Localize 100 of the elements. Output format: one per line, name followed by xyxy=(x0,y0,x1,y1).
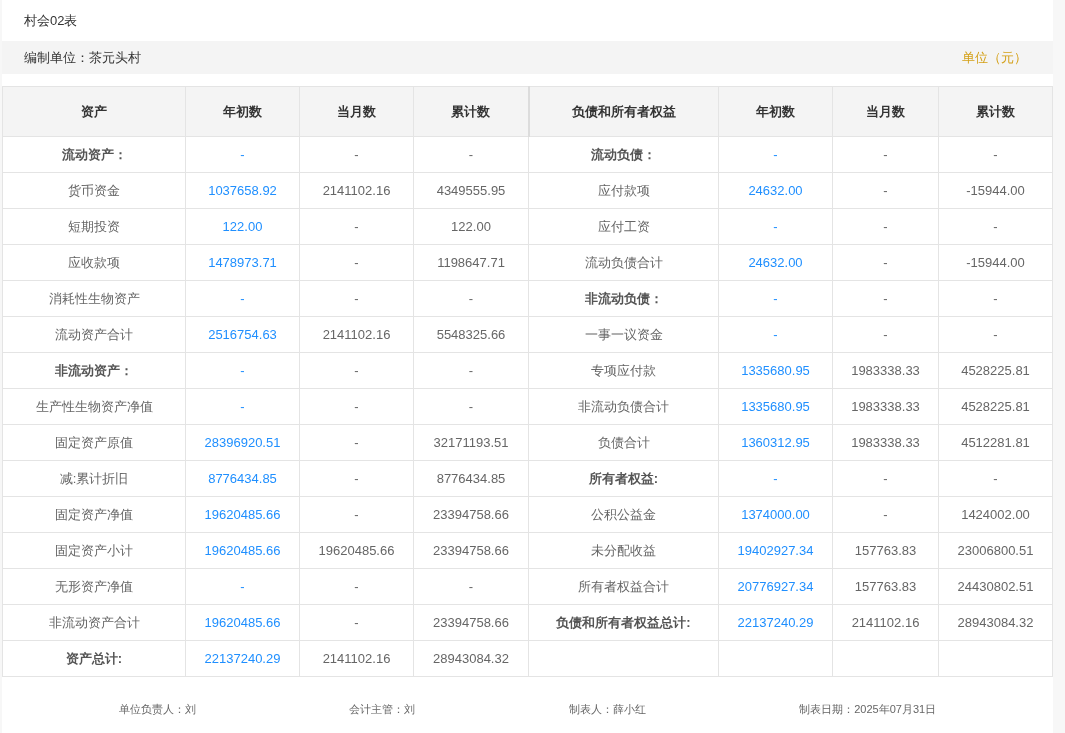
row-label: 固定资产原值 xyxy=(55,434,133,450)
amount: 2141102.16 xyxy=(322,326,391,342)
row-label: 负债和所有者权益总计: xyxy=(556,614,691,630)
amount: - xyxy=(883,290,888,306)
amount: 157763.83 xyxy=(854,578,917,594)
amount: 19620485.66 xyxy=(318,542,395,558)
row-label: 应收款项 xyxy=(68,254,120,270)
amount: - xyxy=(468,146,474,162)
amount: 1983338.33 xyxy=(851,362,920,378)
amount: 23394758.66 xyxy=(433,614,509,630)
amount: - xyxy=(354,362,359,378)
row-label: 流动资产合计 xyxy=(55,326,133,342)
footer-field: 制表日期：2025年07月31日 xyxy=(799,701,937,718)
amount: - xyxy=(354,218,359,234)
amount: 28943084.32 xyxy=(433,650,509,666)
column-header: 当月数 xyxy=(866,103,905,119)
row-label: 应付款项 xyxy=(597,182,650,198)
amount: - xyxy=(468,362,474,378)
column-header: 资产 xyxy=(81,103,107,119)
amount: - xyxy=(883,182,888,198)
column-header: 年初数 xyxy=(756,103,795,119)
amount: - xyxy=(883,146,888,162)
column-header: 累计数 xyxy=(451,103,491,119)
amount: 23394758.66 xyxy=(433,506,509,522)
amount: 23006800.51 xyxy=(957,542,1034,558)
amount: - xyxy=(468,398,474,414)
amount-link[interactable]: - xyxy=(773,218,778,234)
amount-link[interactable]: - xyxy=(773,146,778,162)
amount-link[interactable]: - xyxy=(240,146,245,162)
amount: 5548325.66 xyxy=(436,326,506,342)
row-label: 非流动负债合计 xyxy=(578,398,669,414)
row-label: 短期投资 xyxy=(68,218,120,234)
row-label: 公积公益金 xyxy=(591,506,656,522)
amount-link[interactable]: - xyxy=(773,470,778,486)
row-label: 无形资产净值 xyxy=(55,578,133,594)
amount-link[interactable]: - xyxy=(773,290,778,306)
amount: - xyxy=(883,218,888,234)
amount: 1198647.71 xyxy=(437,254,505,270)
amount-link[interactable]: - xyxy=(240,398,245,414)
amount: 4528225.81 xyxy=(961,362,1030,378)
row-label: 所有者权益: xyxy=(588,470,659,486)
amount-link[interactable]: - xyxy=(240,290,245,306)
row-label: 负债合计 xyxy=(597,434,650,450)
amount: - xyxy=(354,614,359,630)
footer-field: 单位负责人：刘 xyxy=(118,701,196,718)
amount: 23394758.66 xyxy=(433,542,509,558)
amount: - xyxy=(883,254,888,270)
amount: 2141102.16 xyxy=(322,650,391,666)
amount: - xyxy=(354,470,359,486)
amount: 2141102.16 xyxy=(322,182,391,198)
footer-field: 会计主管：刘 xyxy=(349,701,416,718)
row-label: 一事一议资金 xyxy=(584,326,663,342)
column-header: 当月数 xyxy=(337,103,376,119)
amount: 1983338.33 xyxy=(851,434,920,450)
amount: - xyxy=(354,398,359,414)
amount: - xyxy=(993,290,998,306)
row-label: 货币资金 xyxy=(68,182,120,198)
amount: - xyxy=(883,470,888,486)
row-label: 固定资产小计 xyxy=(55,542,133,558)
amount: 4528225.81 xyxy=(961,398,1030,414)
row-label: 应付工资 xyxy=(597,218,650,234)
row-label: 生产性生物资产净值 xyxy=(35,398,153,414)
footer-field: 制表人：薛小红 xyxy=(568,701,646,718)
row-label: 流动负债： xyxy=(591,146,656,162)
unit-label: 单位（元） xyxy=(962,48,1027,67)
row-label: 固定资产净值 xyxy=(55,506,133,522)
amount: - xyxy=(883,506,888,522)
amount: - xyxy=(354,254,359,270)
amount: - xyxy=(468,290,474,306)
amount-link[interactable]: 122.00 xyxy=(222,218,263,234)
amount: 8776434.85 xyxy=(436,470,506,486)
amount: 4349555.95 xyxy=(436,182,506,198)
report-title: 村会02表 xyxy=(24,11,78,30)
amount: - xyxy=(883,326,888,342)
row-label: 非流动资产合计 xyxy=(48,614,140,630)
column-header: 累计数 xyxy=(976,103,1015,119)
amount: 122.00 xyxy=(451,218,491,234)
amount-link[interactable]: - xyxy=(240,578,245,594)
amount: - xyxy=(993,470,998,486)
amount: 24430802.51 xyxy=(957,578,1034,594)
amount: 2141102.16 xyxy=(851,614,920,630)
row-label: 非流动负债： xyxy=(584,290,663,306)
row-label: 专项应付款 xyxy=(591,362,656,378)
row-label: 资产总计: xyxy=(65,650,123,666)
row-label: 非流动资产： xyxy=(55,362,133,378)
org-label: 编制单位：茶元头村 xyxy=(24,48,141,67)
amount: - xyxy=(354,290,359,306)
amount-link[interactable]: - xyxy=(240,362,245,378)
row-label: 所有者权益合计 xyxy=(578,578,669,594)
amount: 157763.83 xyxy=(854,542,917,558)
row-label: 消耗性生物资产 xyxy=(48,290,140,306)
amount: - xyxy=(354,434,359,450)
row-label: 未分配收益 xyxy=(591,542,656,558)
amount: 1983338.33 xyxy=(851,398,920,414)
amount: 28943084.32 xyxy=(957,614,1034,630)
amount: 32171193.51 xyxy=(433,434,509,450)
amount: - xyxy=(993,218,998,234)
column-header: 负债和所有者权益 xyxy=(571,103,676,119)
amount: - xyxy=(993,146,998,162)
amount-link[interactable]: - xyxy=(773,326,778,342)
